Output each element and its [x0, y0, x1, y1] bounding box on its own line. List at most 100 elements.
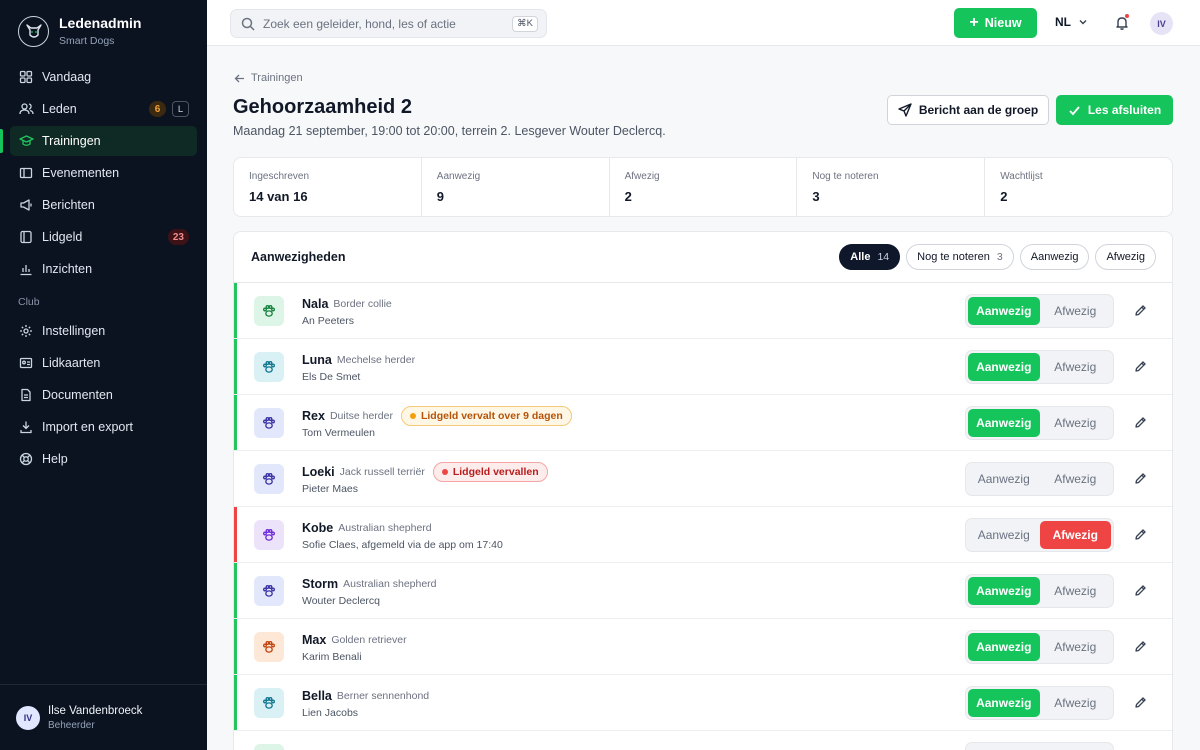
sidebar-item-lidgeld[interactable]: Lidgeld 23: [10, 222, 197, 252]
sidebar-item-inzichten[interactable]: Inzichten: [10, 254, 197, 284]
paw-icon: [254, 463, 284, 494]
mark-absent-button[interactable]: Afwezig: [1040, 633, 1112, 661]
stat-card: Ingeschreven 14 van 16: [234, 158, 422, 216]
notifications-bell-icon[interactable]: [1114, 13, 1130, 31]
attendance-toggle: AanwezigAfwezig: [965, 685, 1114, 720]
pencil-icon[interactable]: [1132, 303, 1148, 319]
filter-label: Aanwezig: [1030, 251, 1079, 263]
sidebar-item-label: Help: [42, 452, 68, 466]
sidebar-item-evenementen[interactable]: Evenementen: [10, 158, 197, 188]
dog-info: Nala Border collie An Peeters: [302, 295, 965, 327]
mark-absent-button[interactable]: Afwezig: [1040, 577, 1112, 605]
document-icon: [18, 387, 34, 403]
pencil-icon[interactable]: [1132, 695, 1148, 711]
gear-icon: [18, 323, 34, 339]
sidebar-item-documenten[interactable]: Documenten: [10, 380, 197, 410]
dog-name: Loeki: [302, 464, 335, 479]
dog-info: Luna Mechelse herder Els De Smet: [302, 351, 965, 383]
arrow-left-icon: [234, 74, 244, 82]
search-icon: [241, 17, 255, 31]
owner-name: Pieter Maes: [302, 482, 359, 495]
brand[interactable]: Ledenadmin Smart Dogs: [0, 0, 207, 62]
sidebar-item-label: Trainingen: [42, 134, 101, 148]
filter-chip-aanwezig[interactable]: Aanwezig: [1019, 244, 1090, 270]
mark-absent-button[interactable]: Afwezig: [1040, 409, 1112, 437]
sidebar-item-trainingen[interactable]: Trainingen: [0, 126, 197, 156]
mark-absent-button[interactable]: Afwezig: [1040, 297, 1112, 325]
dog-breed: Australian shepherd: [343, 577, 437, 590]
paw-icon: [254, 351, 284, 382]
pencil-icon[interactable]: [1132, 639, 1148, 655]
dog-breed: Jack russell terriër: [339, 465, 425, 478]
dog-name: Luna: [302, 352, 332, 367]
message-group-button[interactable]: Bericht aan de groep: [887, 95, 1049, 125]
dog-name: Bella: [302, 688, 332, 703]
filter-label: Alle: [850, 251, 871, 263]
mark-present-button[interactable]: Aanwezig: [968, 465, 1040, 493]
fee-status-text: Lidgeld vervalt over 9 dagen: [420, 409, 563, 422]
attendance-title: Aanwezigheden: [251, 250, 346, 264]
attendance-toggle: AanwezigAfwezig: [965, 517, 1114, 552]
mark-absent-button[interactable]: Afwezig: [1040, 745, 1112, 750]
mark-present-button[interactable]: Aanwezig: [968, 408, 1040, 437]
filter-chip-alle[interactable]: Alle 14: [839, 244, 901, 270]
owner-name: Tom Vermeulen: [302, 426, 375, 439]
shortcut-key: L: [172, 101, 189, 117]
mark-present-button[interactable]: Aanwezig: [968, 745, 1040, 750]
mark-present-button[interactable]: Aanwezig: [968, 688, 1040, 717]
sidebar-item-leden[interactable]: Leden 6 L: [10, 94, 197, 124]
new-button[interactable]: + Nieuw: [954, 8, 1037, 38]
search-input[interactable]: [263, 16, 513, 31]
language-select[interactable]: NL: [1055, 15, 1088, 29]
back-link[interactable]: Trainingen: [234, 72, 303, 84]
paw-icon: [254, 575, 284, 606]
plus-icon: +: [969, 14, 979, 31]
nav-section-club: Club: [18, 296, 40, 308]
dog-info: Bella Berner sennenhond Lien Jacobs: [302, 687, 965, 719]
dog-name: Max: [302, 632, 327, 647]
mark-present-button[interactable]: Aanwezig: [968, 352, 1040, 381]
filter-chip-nog-te-noteren[interactable]: Nog te noteren 3: [906, 244, 1014, 270]
download-icon: [18, 419, 34, 435]
ticket-icon: [18, 165, 34, 181]
stat-card: Nog te noteren 3: [797, 158, 986, 216]
pencil-icon[interactable]: [1132, 359, 1148, 375]
mark-present-button[interactable]: Aanwezig: [968, 632, 1040, 661]
graduation-cap-icon: [18, 133, 34, 149]
sidebar-item-instellingen[interactable]: Instellingen: [10, 316, 197, 346]
mark-absent-button[interactable]: Afwezig: [1040, 353, 1112, 381]
pencil-icon[interactable]: [1132, 583, 1148, 599]
dog-info: Max Golden retriever Karim Benali: [302, 631, 965, 663]
pencil-icon[interactable]: [1132, 527, 1148, 543]
stat-label: Nog te noteren: [812, 171, 879, 182]
sidebar-item-import-en-export[interactable]: Import en export: [10, 412, 197, 442]
paw-icon: [254, 407, 284, 438]
sidebar-item-berichten[interactable]: Berichten: [10, 190, 197, 220]
search-box[interactable]: ⌘K: [230, 9, 547, 38]
grid-icon: [18, 69, 34, 85]
filter-label: Nog te noteren: [917, 251, 990, 263]
sidebar-item-help[interactable]: Help: [10, 444, 197, 474]
mark-absent-button[interactable]: Afwezig: [1040, 689, 1112, 717]
mark-present-button[interactable]: Aanwezig: [968, 576, 1040, 605]
filter-chip-afwezig[interactable]: Afwezig: [1095, 244, 1156, 270]
mark-absent-button[interactable]: Afwezig: [1040, 465, 1112, 493]
dog-breed: Mechelse herder: [336, 353, 416, 366]
mark-absent-button[interactable]: Afwezig: [1039, 520, 1111, 549]
pencil-icon[interactable]: [1132, 471, 1148, 487]
paw-icon: [254, 743, 284, 750]
dog-info: Rex Duitse herder Lidgeld vervalt over 9 d…: [302, 405, 965, 439]
status-indicator: [234, 563, 237, 618]
mark-present-button[interactable]: Aanwezig: [968, 296, 1040, 325]
mark-present-button[interactable]: Aanwezig: [968, 521, 1040, 549]
sidebar-item-vandaag[interactable]: Vandaag: [10, 62, 197, 92]
attendance-row: Storm Australian shepherd Wouter Declercq A…: [234, 563, 1172, 619]
sidebar-item-lidkaarten[interactable]: Lidkaarten: [10, 348, 197, 378]
owner-name: Els De Smet: [302, 370, 361, 383]
users-icon: [18, 101, 34, 117]
attendance-toggle: AanwezigAfwezig: [965, 461, 1114, 496]
close-lesson-button[interactable]: Les afsluiten: [1056, 95, 1173, 125]
pencil-icon[interactable]: [1132, 415, 1148, 431]
user-profile[interactable]: IV Ilse Vandenbroeck Beheerder: [0, 684, 207, 750]
avatar[interactable]: IV: [1150, 12, 1173, 35]
